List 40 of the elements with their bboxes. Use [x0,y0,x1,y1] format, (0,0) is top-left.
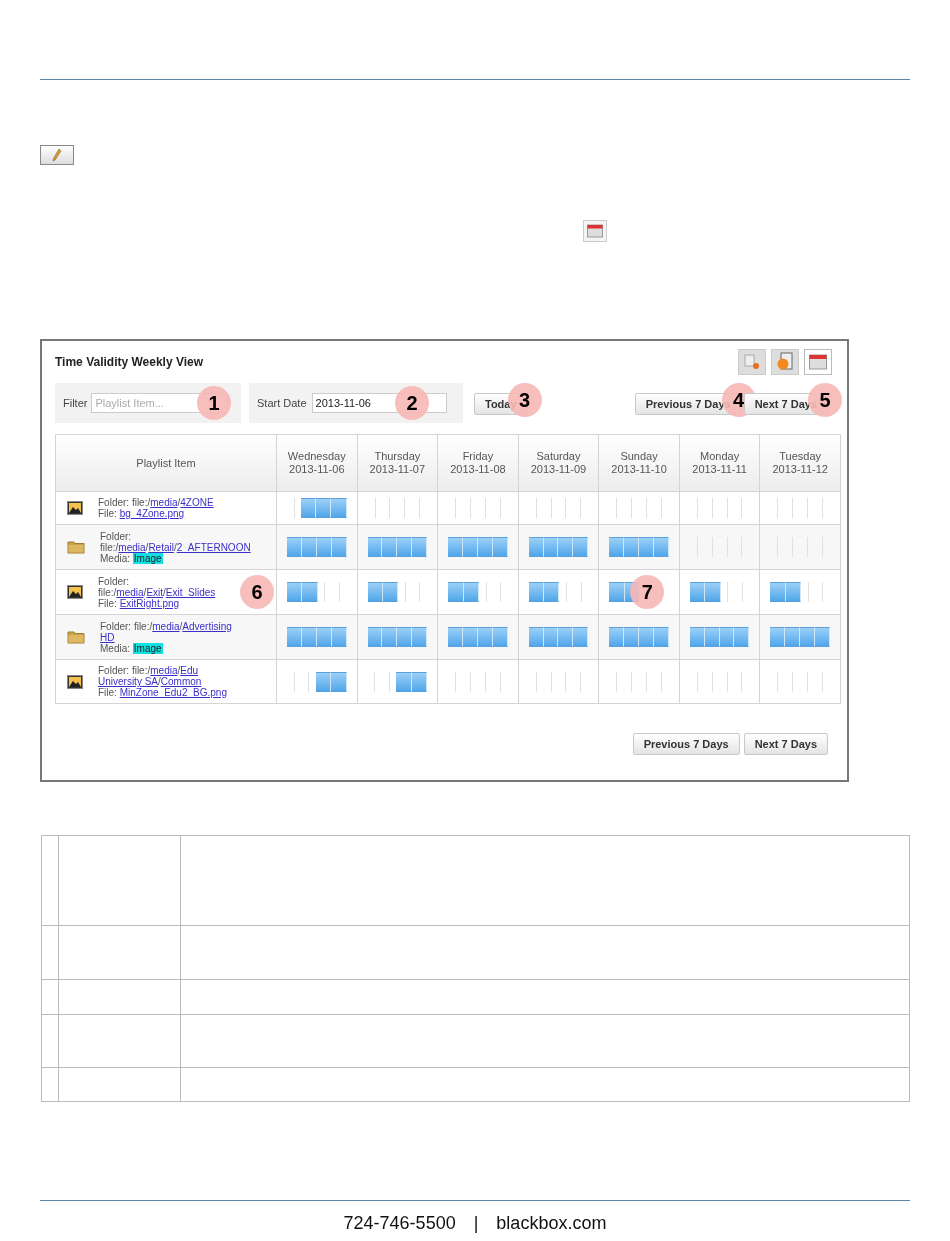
path-text: Folder: file:/ [100,620,153,632]
day-header: Wednesday 2013-11-06 [276,434,358,492]
callout-tooltip: 1 [197,386,231,420]
callout-tooltip: 6 [240,575,274,609]
day-header: Sunday 2013-11-10 [598,434,680,492]
path-text: file:/ [100,541,119,553]
path-text: Folder: [98,575,130,587]
path-text: file:/ [98,586,117,598]
path-text: File: [98,687,117,698]
path-text: / [179,620,183,632]
path-text: / [145,541,149,553]
callout-tooltip: 7 [630,575,665,609]
path-text: Folder: file:/ [98,497,151,508]
footer-phone: 724-746-5500 [343,1212,456,1235]
day-header: Tuesday 2013-11-12 [759,434,841,492]
day-header: Monday 2013-11-11 [679,434,760,492]
footer-separator: | [473,1212,479,1235]
day-header: Thursday 2013-11-07 [357,434,438,492]
media-type-tag: Image [132,552,163,564]
path-text: Folder: file:/ [98,665,151,676]
path-text: / [163,586,166,598]
column-header: Playlist Item [55,434,277,492]
filter-label: Filter [63,395,88,411]
media-type-tag: Image [132,642,163,654]
path-text: / [158,676,161,687]
path-text: / [143,586,147,598]
path-text: Media: [100,642,131,654]
day-header: Friday 2013-11-08 [437,434,519,492]
start-date-label: Start Date [257,395,307,411]
path-text: Folder: [100,530,132,542]
footer-website: blackbox.com [496,1212,607,1235]
path-text: File: [98,508,118,519]
callout-tooltip: 2 [395,386,429,420]
path-text: / [177,497,181,508]
path-text: Media: [100,552,131,564]
day-header: Saturday 2013-11-09 [518,434,599,492]
panel-title: Time Validity Weekly View [55,354,204,371]
path-text: / [173,541,177,553]
path-text: / [177,665,181,676]
path-text: File: [98,597,118,609]
